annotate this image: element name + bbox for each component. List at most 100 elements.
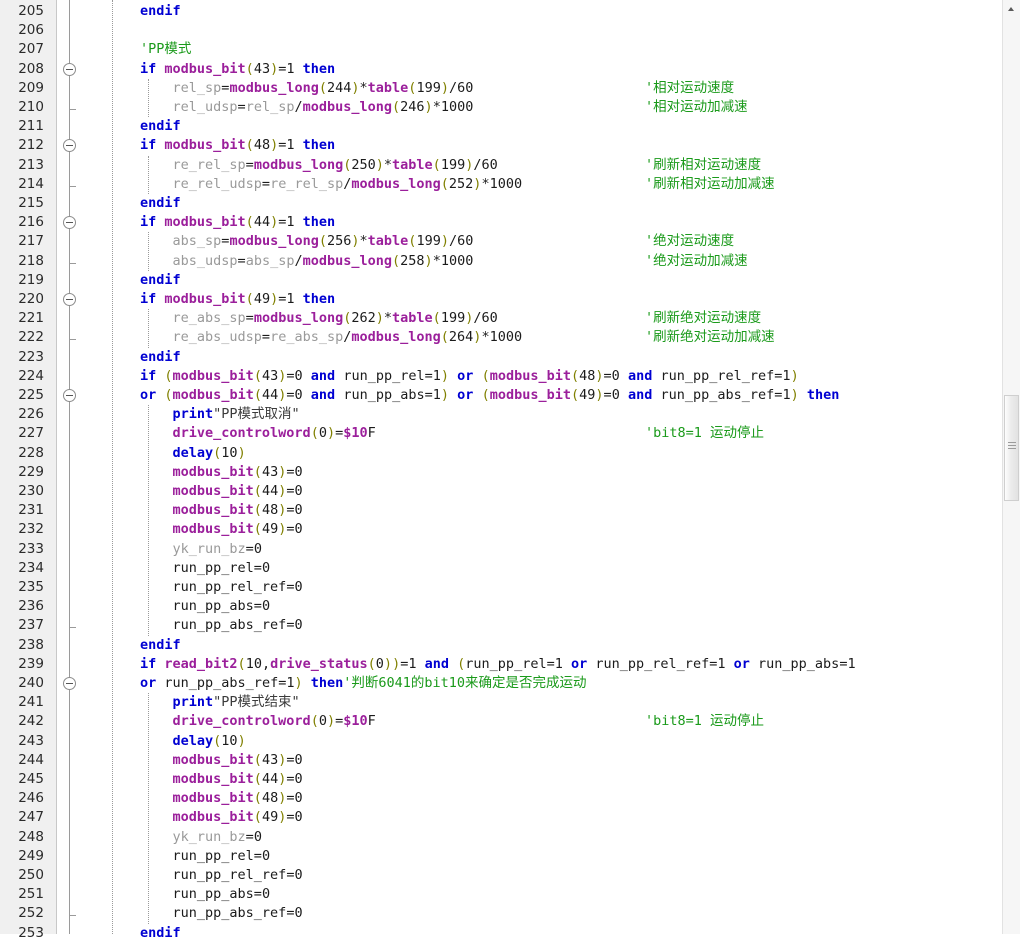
code-line[interactable]: 237 run_pp_abs_ref=0 xyxy=(0,616,1000,635)
code-line[interactable]: 212if modbus_bit(48)=1 then xyxy=(0,136,1000,155)
code-line[interactable]: 243 delay(10) xyxy=(0,732,1000,751)
line-number: 226 xyxy=(0,405,44,424)
token-var: run_pp_abs xyxy=(758,656,839,672)
code-line[interactable]: 244 modbus_bit(43)=0 xyxy=(0,751,1000,770)
token-var: run_pp_rel_ref xyxy=(173,579,287,595)
code-line[interactable]: 205endif xyxy=(0,2,1000,21)
code-line[interactable]: 217 abs_sp=modbus_long(256)*table(199)/6… xyxy=(0,232,1000,251)
code-line[interactable]: 233 yk_run_bz=0 xyxy=(0,540,1000,559)
code-line[interactable]: 250 run_pp_rel_ref=0 xyxy=(0,866,1000,885)
token-op: * xyxy=(360,233,368,249)
scroll-up-button[interactable] xyxy=(1003,0,1020,17)
token-op: * xyxy=(360,80,368,96)
trailing-comment: 'bit8=1 运动停止 xyxy=(645,424,764,443)
token-dim: abs_udsp xyxy=(173,253,238,269)
code-line[interactable]: 227 drive_controlword(0)=$10F'bit8=1 运动停… xyxy=(0,424,1000,443)
code-line[interactable]: 249 run_pp_rel=0 xyxy=(0,847,1000,866)
token-kw: print xyxy=(173,406,214,422)
fold-collapse-icon[interactable] xyxy=(63,293,76,306)
token-op: = xyxy=(254,886,262,902)
token-op xyxy=(620,387,628,403)
token-par: ) xyxy=(425,253,433,269)
code-line[interactable]: 208if modbus_bit(43)=1 then xyxy=(0,60,1000,79)
token-kw: endif xyxy=(140,195,181,211)
code-line[interactable]: 215endif xyxy=(0,194,1000,213)
token-fn: modbus_bit xyxy=(173,368,254,384)
token-op xyxy=(303,675,311,691)
code-line[interactable]: 229 modbus_bit(43)=0 xyxy=(0,463,1000,482)
token-num: 1 xyxy=(433,368,441,384)
token-kw: or xyxy=(457,387,473,403)
code-line[interactable]: 209 rel_sp=modbus_long(244)*table(199)/6… xyxy=(0,79,1000,98)
code-line[interactable]: 228 delay(10) xyxy=(0,444,1000,463)
code-line[interactable]: 242 drive_controlword(0)=$10F'bit8=1 运动停… xyxy=(0,712,1000,731)
code-line[interactable]: 222 re_abs_udsp=re_abs_sp/modbus_long(26… xyxy=(0,328,1000,347)
line-code: or (modbus_bit(44)=0 and run_pp_abs=1) o… xyxy=(140,386,839,405)
code-line[interactable]: 223endif xyxy=(0,348,1000,367)
code-line[interactable]: 240or run_pp_abs_ref=1) then'判断6041的bit1… xyxy=(0,674,1000,693)
code-line[interactable]: 214 re_rel_udsp=re_rel_sp/modbus_long(25… xyxy=(0,175,1000,194)
code-line[interactable]: 248 yk_run_bz=0 xyxy=(0,828,1000,847)
code-line[interactable]: 225or (modbus_bit(44)=0 and run_pp_abs=1… xyxy=(0,386,1000,405)
fold-collapse-icon[interactable] xyxy=(63,677,76,690)
fold-collapse-icon[interactable] xyxy=(63,389,76,402)
line-code: modbus_bit(48)=0 xyxy=(140,501,303,520)
token-fn: modbus_bit xyxy=(164,61,245,77)
token-kw: if xyxy=(140,214,164,230)
code-editor[interactable]: 205endif206207'PP模式208if modbus_bit(43)=… xyxy=(0,0,1020,934)
fold-collapse-icon[interactable] xyxy=(63,63,76,76)
token-num: 1000 xyxy=(441,253,474,269)
code-line[interactable]: 235 run_pp_rel_ref=0 xyxy=(0,578,1000,597)
token-par: ( xyxy=(392,99,400,115)
code-line[interactable]: 252 run_pp_abs_ref=0 xyxy=(0,904,1000,923)
token-var: run_pp_rel_ref xyxy=(595,656,709,672)
code-line[interactable]: 207'PP模式 xyxy=(0,40,1000,59)
code-line[interactable]: 226 print"PP模式取消" xyxy=(0,405,1000,424)
code-line[interactable]: 241 print"PP模式结束" xyxy=(0,693,1000,712)
token-fn: modbus_long xyxy=(254,157,343,173)
code-line[interactable]: 210 rel_udsp=rel_sp/modbus_long(246)*100… xyxy=(0,98,1000,117)
code-line[interactable]: 216if modbus_bit(44)=1 then xyxy=(0,213,1000,232)
token-fn: modbus_bit xyxy=(173,483,254,499)
line-code: run_pp_rel_ref=0 xyxy=(140,866,303,885)
token-num: 1 xyxy=(782,387,790,403)
code-line[interactable]: 230 modbus_bit(44)=0 xyxy=(0,482,1000,501)
scrollbar-thumb[interactable] xyxy=(1004,395,1019,501)
code-line[interactable]: 206 xyxy=(0,21,1000,40)
code-line[interactable]: 224if (modbus_bit(43)=0 and run_pp_rel=1… xyxy=(0,367,1000,386)
token-var: run_pp_abs xyxy=(173,886,254,902)
code-line[interactable]: 247 modbus_bit(49)=0 xyxy=(0,808,1000,827)
token-op: = xyxy=(238,253,246,269)
code-line[interactable]: 246 modbus_bit(48)=0 xyxy=(0,789,1000,808)
code-line[interactable]: 232 modbus_bit(49)=0 xyxy=(0,520,1000,539)
fold-range-line xyxy=(69,687,70,915)
code-line[interactable]: 211endif xyxy=(0,117,1000,136)
code-line[interactable]: 221 re_abs_sp=modbus_long(262)*table(199… xyxy=(0,309,1000,328)
code-line[interactable]: 231 modbus_bit(48)=0 xyxy=(0,501,1000,520)
code-line[interactable]: 234 run_pp_rel=0 xyxy=(0,559,1000,578)
code-line[interactable]: 236 run_pp_abs=0 xyxy=(0,597,1000,616)
token-fn: modbus_bit xyxy=(164,291,245,307)
line-code: endif xyxy=(140,194,181,213)
code-line[interactable]: 239if read_bit2(10,drive_status(0))=1 an… xyxy=(0,655,1000,674)
code-line[interactable]: 218 abs_udsp=abs_sp/modbus_long(258)*100… xyxy=(0,252,1000,271)
token-dim: re_abs_sp xyxy=(173,310,246,326)
token-dim: abs_sp xyxy=(173,233,222,249)
token-par: ( xyxy=(254,483,262,499)
code-line[interactable]: 251 run_pp_abs=0 xyxy=(0,885,1000,904)
token-fn: modbus_bit xyxy=(173,790,254,806)
vertical-scrollbar[interactable] xyxy=(1002,0,1020,934)
code-line[interactable]: 245 modbus_bit(44)=0 xyxy=(0,770,1000,789)
token-dim: abs_sp xyxy=(246,253,295,269)
code-lines[interactable]: 205endif206207'PP模式208if modbus_bit(43)=… xyxy=(0,0,1000,934)
line-number: 222 xyxy=(0,328,44,347)
code-line[interactable]: 219endif xyxy=(0,271,1000,290)
code-line[interactable]: 213 re_rel_sp=modbus_long(250)*table(199… xyxy=(0,156,1000,175)
code-line[interactable]: 253endif xyxy=(0,924,1000,943)
token-kw: then xyxy=(303,137,336,153)
code-line[interactable]: 238endif xyxy=(0,636,1000,655)
token-par: ( xyxy=(482,387,490,403)
code-line[interactable]: 220if modbus_bit(49)=1 then xyxy=(0,290,1000,309)
token-par: ) xyxy=(270,137,278,153)
token-par: ) xyxy=(294,675,302,691)
